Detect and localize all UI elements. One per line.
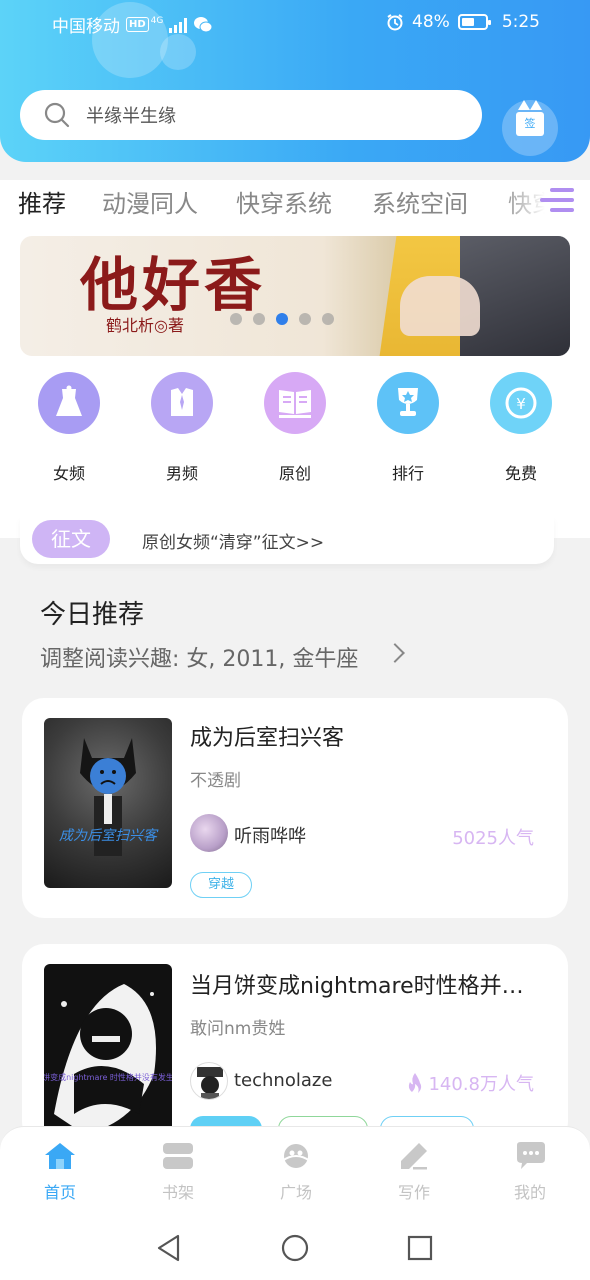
carousel-dot-active[interactable] <box>276 313 288 325</box>
notice-bar[interactable]: 征文 原创女频“清穿”征文>> <box>20 516 554 564</box>
shirt-icon <box>151 372 213 434</box>
chevron-right-icon <box>385 643 405 663</box>
hd-badge: HD <box>126 17 149 32</box>
gift-icon <box>518 100 542 110</box>
status-bar: 中国移动 HD 4G 48% 5:25 <box>0 0 590 48</box>
recent-apps-icon[interactable] <box>407 1235 433 1261</box>
carousel-dot[interactable] <box>299 313 311 325</box>
nav-mine[interactable]: 我的 <box>490 1141 570 1203</box>
chat-bubble-icon <box>513 1141 547 1171</box>
back-icon[interactable] <box>156 1234 182 1262</box>
system-nav-bar <box>0 1216 590 1280</box>
notice-tag: 征文 <box>32 520 110 558</box>
tab-quick-travel[interactable]: 快穿系统 <box>236 184 332 219</box>
banner-carousel[interactable]: 他好香 鹤北析◎著 <box>20 236 570 356</box>
book-title[interactable]: 当月饼变成nightmare时性格并… <box>190 968 546 1000</box>
coin-icon: ¥ <box>490 372 552 434</box>
search-bar[interactable]: 半缘半生缘 <box>20 90 482 140</box>
popularity-count: 140.8万人气 <box>406 1070 534 1096</box>
category-female[interactable]: 女频 <box>24 372 114 484</box>
book-icon <box>264 372 326 434</box>
network-gen: 4G <box>150 15 164 26</box>
bottom-nav: 首页 书架 广场 写作 我的 <box>0 1126 590 1216</box>
cover-text: 成为后室扫兴客 <box>59 828 159 844</box>
avatar[interactable] <box>190 814 228 852</box>
battery-percent: 48% <box>412 12 450 32</box>
author-name[interactable]: technolaze <box>234 1070 332 1091</box>
book-cover: 当月饼变成nightmare 时性格并没有发生变化 <box>44 964 172 1144</box>
book-intro: 不透剧 <box>190 771 241 791</box>
home-circle-icon[interactable] <box>281 1234 309 1262</box>
bookshelf-icon <box>161 1141 195 1171</box>
carrier-label: 中国移动 <box>52 17 120 37</box>
popularity-text: 5025人气 <box>452 828 534 849</box>
tab-anime[interactable]: 动漫同人 <box>102 184 198 219</box>
popularity-count: 5025人气 <box>452 824 534 850</box>
genre-tag[interactable]: 穿越 <box>190 872 252 898</box>
trophy-icon <box>377 372 439 434</box>
signal-icon <box>169 17 188 33</box>
planet-icon <box>279 1141 313 1171</box>
book-card[interactable]: 成为后室扫兴客 成为后室扫兴客 不透剧 听雨哗哗 5025人气 穿越 <box>22 698 568 918</box>
nav-label: 首页 <box>43 1183 76 1202</box>
cover-text: 当月饼变成nightmare 时性格并没有发生变化 <box>44 1072 172 1082</box>
checkin-label: 签 <box>516 112 544 136</box>
wechat-icon <box>194 16 213 32</box>
avatar[interactable] <box>190 1062 228 1100</box>
section-title: 今日推荐 <box>40 600 145 630</box>
carousel-dot[interactable] <box>322 313 334 325</box>
category-label: 女频 <box>52 464 85 483</box>
nav-write[interactable]: 写作 <box>374 1141 454 1203</box>
notice-text: 原创女频“清穿”征文>> <box>142 533 325 553</box>
home-icon <box>43 1141 77 1171</box>
nav-label: 我的 <box>513 1183 546 1202</box>
battery-icon <box>457 14 491 30</box>
alarm-icon <box>387 14 403 31</box>
carousel-dots <box>230 313 334 325</box>
banner-author: 鹤北析◎著 <box>106 316 184 335</box>
interest-settings-link[interactable]: 调整阅读兴趣: 女, 2011, 金牛座 <box>40 641 358 673</box>
carousel-dot[interactable] <box>253 313 265 325</box>
category-label: 男频 <box>165 464 198 483</box>
search-icon <box>44 102 70 128</box>
search-placeholder: 半缘半生缘 <box>86 106 176 127</box>
category-label: 排行 <box>391 464 424 483</box>
svg-text:¥: ¥ <box>516 395 526 413</box>
nav-square[interactable]: 广场 <box>256 1141 336 1203</box>
clock: 5:25 <box>501 12 540 32</box>
pen-icon <box>397 1141 431 1171</box>
tab-recommend[interactable]: 推荐 <box>18 184 66 219</box>
book-cover: 成为后室扫兴客 <box>44 718 172 888</box>
nav-bookshelf[interactable]: 书架 <box>138 1141 218 1203</box>
banner-title: 他好香 <box>80 251 267 319</box>
popularity-text: 140.8万人气 <box>428 1074 534 1095</box>
nav-label: 广场 <box>279 1183 312 1202</box>
nav-home[interactable]: 首页 <box>20 1141 100 1203</box>
menu-icon[interactable] <box>540 186 574 214</box>
category-original[interactable]: 原创 <box>250 372 340 484</box>
category-ranking[interactable]: 排行 <box>363 372 453 484</box>
tab-system-space[interactable]: 系统空间 <box>372 184 468 219</box>
dress-icon <box>38 372 100 434</box>
author-name[interactable]: 听雨哗哗 <box>234 822 306 848</box>
category-label: 免费 <box>504 464 537 483</box>
header: 中国移动 HD 4G 48% 5:25 半缘半生缘 签 <box>0 0 590 162</box>
nav-label: 书架 <box>161 1183 194 1202</box>
carousel-dot[interactable] <box>230 313 242 325</box>
flame-icon <box>409 1073 422 1093</box>
checkin-button[interactable]: 签 <box>502 100 558 156</box>
category-male[interactable]: 男频 <box>137 372 227 484</box>
category-free[interactable]: ¥ 免费 <box>476 372 566 484</box>
book-title[interactable]: 成为后室扫兴客 <box>190 720 546 752</box>
nav-label: 写作 <box>397 1183 430 1202</box>
book-card[interactable]: 当月饼变成nightmare 时性格并没有发生变化 当月饼变成nightmare… <box>22 944 568 1144</box>
book-intro: 敢问nm贵姓 <box>190 1019 286 1039</box>
category-label: 原创 <box>278 464 311 483</box>
